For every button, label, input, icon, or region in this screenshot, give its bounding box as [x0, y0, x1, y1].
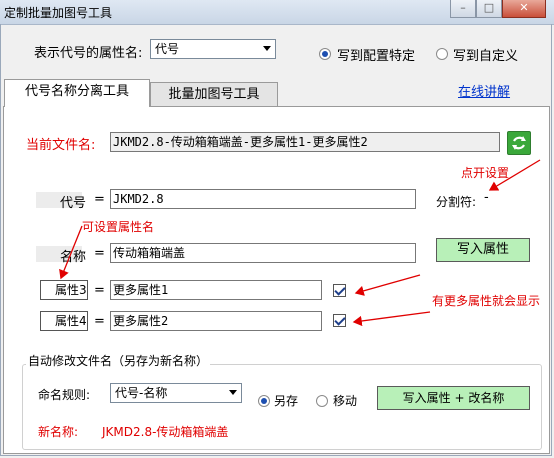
tab-name-split-label: 代号名称分离工具 — [24, 84, 129, 99]
move-radio[interactable] — [316, 395, 328, 407]
arrow-to-attr3-checkbox — [354, 274, 421, 296]
write-attr-rename-button[interactable]: 写入属性 + 改名称 — [377, 386, 530, 410]
tab-name-split[interactable]: 代号名称分离工具 — [4, 79, 150, 107]
naming-rule-value: 代号-名称 — [115, 386, 168, 400]
save-as-radio[interactable] — [258, 395, 270, 407]
arrow-to-attr4-checkbox — [352, 311, 431, 327]
new-name-value: JKMD2.8-传动箱箱端盖 — [102, 425, 229, 439]
new-name-label: 新名称: — [38, 425, 79, 439]
save-as-label: 另存 — [274, 394, 299, 408]
naming-rule-select[interactable]: 代号-名称 — [110, 383, 242, 403]
arrow-to-attr3-label — [59, 225, 83, 280]
chevron-down-icon — [229, 390, 237, 395]
move-label: 移动 — [333, 394, 358, 408]
arrow-to-separator — [488, 159, 541, 191]
rename-group-title: 自动修改文件名（另存为新名称） — [26, 352, 211, 369]
naming-rule-label: 命名规则: — [38, 388, 91, 402]
